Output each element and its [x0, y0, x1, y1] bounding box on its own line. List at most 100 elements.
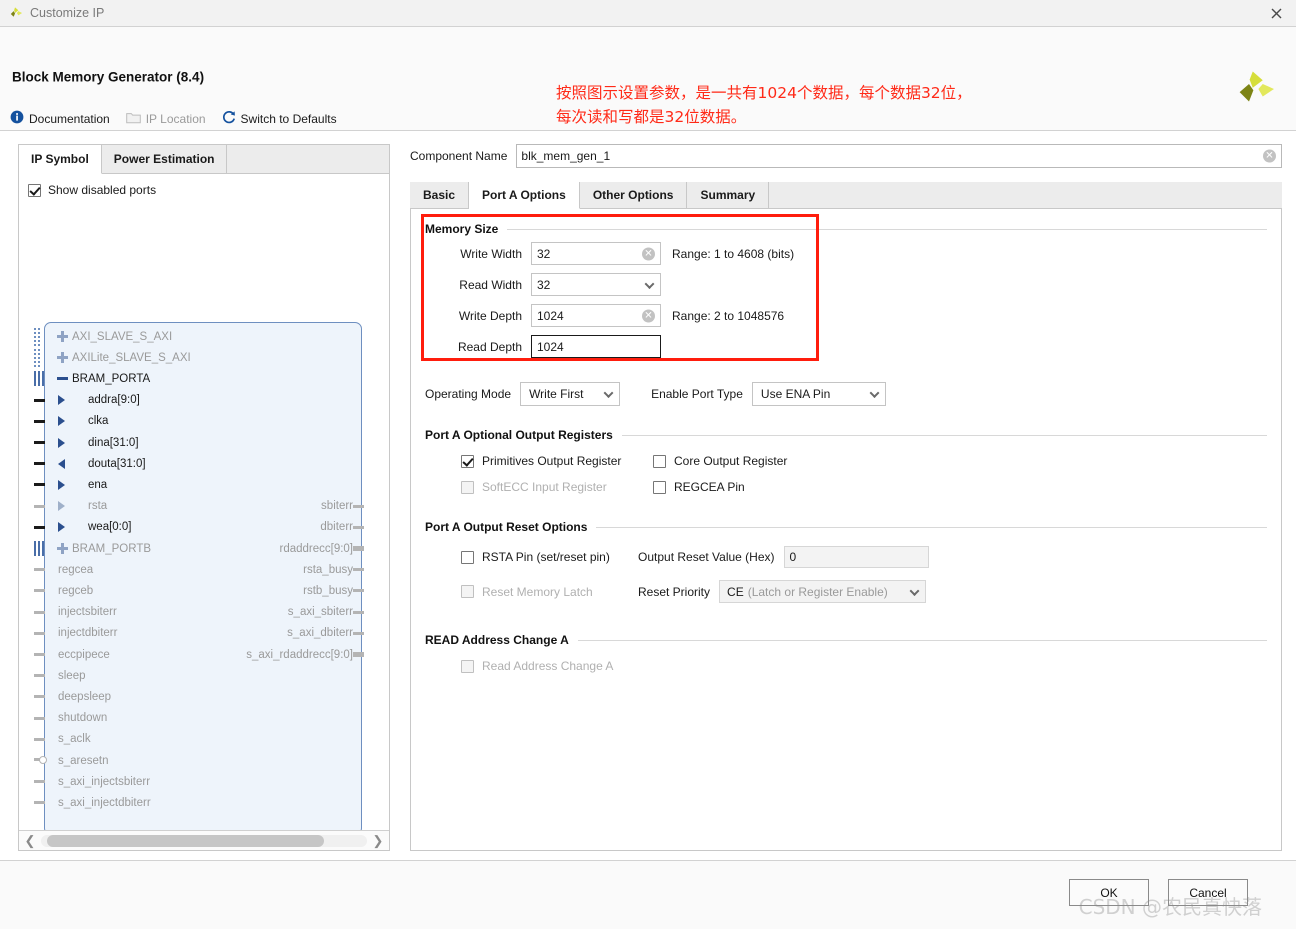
- operating-mode-select[interactable]: Write First: [520, 382, 620, 406]
- clear-icon[interactable]: ✕: [642, 247, 655, 260]
- dialog-header: Block Memory Generator (8.4) Documentati…: [0, 27, 1296, 131]
- enable-port-type-select[interactable]: Use ENA Pin: [752, 382, 886, 406]
- pin-connector-icon: [34, 441, 45, 444]
- output-registers-group: Port A Optional Output Registers Primiti…: [425, 428, 1267, 494]
- annotation-text: 按照图示设置参数，是一共有1024个数据，每个数据32位， 每次读和写都是32位…: [556, 81, 972, 129]
- tab-basic[interactable]: Basic: [410, 182, 469, 208]
- symbol-port-label: douta[31:0]: [88, 458, 146, 470]
- scrollbar-thumb[interactable]: [47, 835, 324, 847]
- read-depth-value: 1024: [537, 340, 564, 354]
- symbol-output-port-label: rdaddrecc[9:0]: [279, 543, 353, 555]
- expand-plus-icon[interactable]: [57, 543, 68, 554]
- pin-connector-icon: [34, 611, 45, 614]
- ip-location-link[interactable]: IP Location: [126, 111, 206, 127]
- read-address-change-heading-label: READ Address Change A: [425, 633, 569, 647]
- symbol-output-port-rstb_busy: rstb_busy: [303, 580, 353, 601]
- reset-priority-label: Reset Priority: [638, 585, 710, 599]
- rsta-pin-label: RSTA Pin (set/reset pin): [482, 550, 610, 564]
- read-depth-input[interactable]: 1024: [531, 335, 661, 358]
- pin-connector-icon: [34, 801, 45, 804]
- reset-options-group: Port A Output Reset Options RSTA Pin (se…: [425, 520, 1267, 603]
- symbol-port-ena: ena: [45, 474, 361, 495]
- symbol-port-axilite_slave_s_axi[interactable]: AXILite_SLAVE_S_AXI: [45, 347, 361, 368]
- symbol-port-axi_slave_s_axi[interactable]: AXI_SLAVE_S_AXI: [45, 326, 361, 347]
- tab-power-estimation[interactable]: Power Estimation: [102, 145, 228, 173]
- close-icon[interactable]: [1262, 1, 1290, 25]
- symbol-port-label: shutdown: [58, 712, 107, 724]
- regcea-pin-checkbox[interactable]: [653, 481, 666, 494]
- rsta-pin-option[interactable]: RSTA Pin (set/reset pin): [461, 550, 638, 564]
- tab-other-options[interactable]: Other Options: [580, 182, 688, 208]
- switch-to-defaults-label: Switch to Defaults: [241, 112, 337, 126]
- symbol-port-bram_porta[interactable]: BRAM_PORTA: [45, 368, 361, 389]
- output-reset-value: 0: [790, 550, 797, 564]
- symbol-port-dina310: dina[31:0]: [45, 432, 361, 453]
- documentation-label: Documentation: [29, 112, 110, 126]
- primitives-output-register-checkbox[interactable]: [461, 455, 474, 468]
- memory-size-heading: Memory Size: [425, 222, 1267, 236]
- pin-connector-icon: [34, 632, 45, 635]
- core-output-register-label: Core Output Register: [674, 454, 787, 468]
- symbol-port-wea00: wea[0:0]: [45, 517, 361, 538]
- write-width-input[interactable]: 32✕: [531, 242, 661, 265]
- symbol-output-port-label: s_axi_dbiterr: [287, 627, 353, 639]
- symbol-port-label: BRAM_PORTB: [72, 543, 151, 555]
- read-width-select[interactable]: 32: [531, 273, 661, 296]
- component-name-input[interactable]: blk_mem_gen_1 ✕: [516, 144, 1282, 168]
- clear-icon[interactable]: ✕: [1263, 150, 1276, 163]
- read-address-change-group: READ Address Change A Read Address Chang…: [425, 633, 1267, 673]
- rsta-pin-checkbox[interactable]: [461, 551, 474, 564]
- info-icon: [10, 110, 24, 127]
- reset-priority-select[interactable]: CE (Latch or Register Enable): [719, 580, 926, 603]
- symbol-port-sleep: sleep: [45, 665, 361, 686]
- chevron-down-icon: [869, 388, 879, 398]
- bus-connector-icon: [34, 349, 45, 365]
- memory-size-fields: Write Width32✕Range: 1 to 4608 (bits)Rea…: [425, 240, 1267, 360]
- symbol-output-port-label: rstb_busy: [303, 585, 353, 597]
- output-reset-value-input[interactable]: 0: [784, 546, 929, 568]
- symbol-port-label: injectdbiterr: [58, 627, 117, 639]
- symbol-port-s_aresetn: s_aresetn: [45, 750, 361, 771]
- write-depth-label: Write Depth: [425, 309, 531, 323]
- documentation-link[interactable]: Documentation: [10, 110, 110, 127]
- tab-port-a-options[interactable]: Port A Options: [469, 182, 580, 209]
- pin-connector-icon: [353, 652, 364, 657]
- reset-memory-latch-checkbox: [461, 585, 474, 598]
- symbol-port-label: dina[31:0]: [88, 437, 139, 449]
- symbol-output-port-label: rsta_busy: [303, 564, 353, 576]
- regcea-pin-option[interactable]: REGCEA Pin: [653, 480, 745, 494]
- xilinx-brand-logo: [1234, 69, 1274, 112]
- primitives-output-register-label: Primitives Output Register: [482, 454, 621, 468]
- symbol-output-port-label: dbiterr: [320, 521, 353, 533]
- switch-to-defaults-link[interactable]: Switch to Defaults: [222, 110, 337, 127]
- clear-icon[interactable]: ✕: [642, 309, 655, 322]
- options-panel: Component Name blk_mem_gen_1 ✕ Basic Por…: [410, 144, 1282, 851]
- collapse-minus-icon[interactable]: [57, 373, 68, 384]
- expand-plus-icon[interactable]: [57, 352, 68, 363]
- read-address-change-checkbox: [461, 660, 474, 673]
- chevron-down-icon: [910, 586, 920, 596]
- tab-summary[interactable]: Summary: [687, 182, 769, 208]
- ip-symbol-panel: IP Symbol Power Estimation Show disabled…: [18, 144, 390, 851]
- write-depth-input[interactable]: 1024✕: [531, 304, 661, 327]
- pin-connector-icon: [34, 780, 45, 783]
- symbol-port-douta310: douta[31:0]: [45, 453, 361, 474]
- folder-icon: [126, 111, 141, 127]
- scrollbar-track[interactable]: [41, 835, 367, 847]
- core-output-register-option[interactable]: Core Output Register: [653, 454, 787, 468]
- symbol-horizontal-scrollbar[interactable]: ❮ ❯: [19, 830, 389, 850]
- chevron-left-icon[interactable]: ❮: [23, 833, 37, 849]
- read-address-change-option: Read Address Change A: [461, 659, 613, 673]
- tab-ip-symbol[interactable]: IP Symbol: [19, 145, 102, 174]
- tab-power-estimation-label: Power Estimation: [114, 152, 215, 166]
- write-width-row: Write Width32✕Range: 1 to 4608 (bits): [425, 240, 1267, 267]
- core-output-register-checkbox[interactable]: [653, 455, 666, 468]
- symbol-output-port-sbiterr: sbiterr: [321, 496, 353, 517]
- ip-symbol-canvas: AXI_SLAVE_S_AXIAXILite_SLAVE_S_AXIBRAM_P…: [19, 197, 389, 830]
- primitives-output-register-option[interactable]: Primitives Output Register: [461, 454, 653, 468]
- input-arrow-icon: [58, 438, 65, 448]
- show-disabled-ports-checkbox[interactable]: [28, 184, 41, 197]
- show-disabled-ports-row[interactable]: Show disabled ports: [19, 174, 389, 197]
- chevron-right-icon[interactable]: ❯: [371, 833, 385, 849]
- expand-plus-icon[interactable]: [57, 331, 68, 342]
